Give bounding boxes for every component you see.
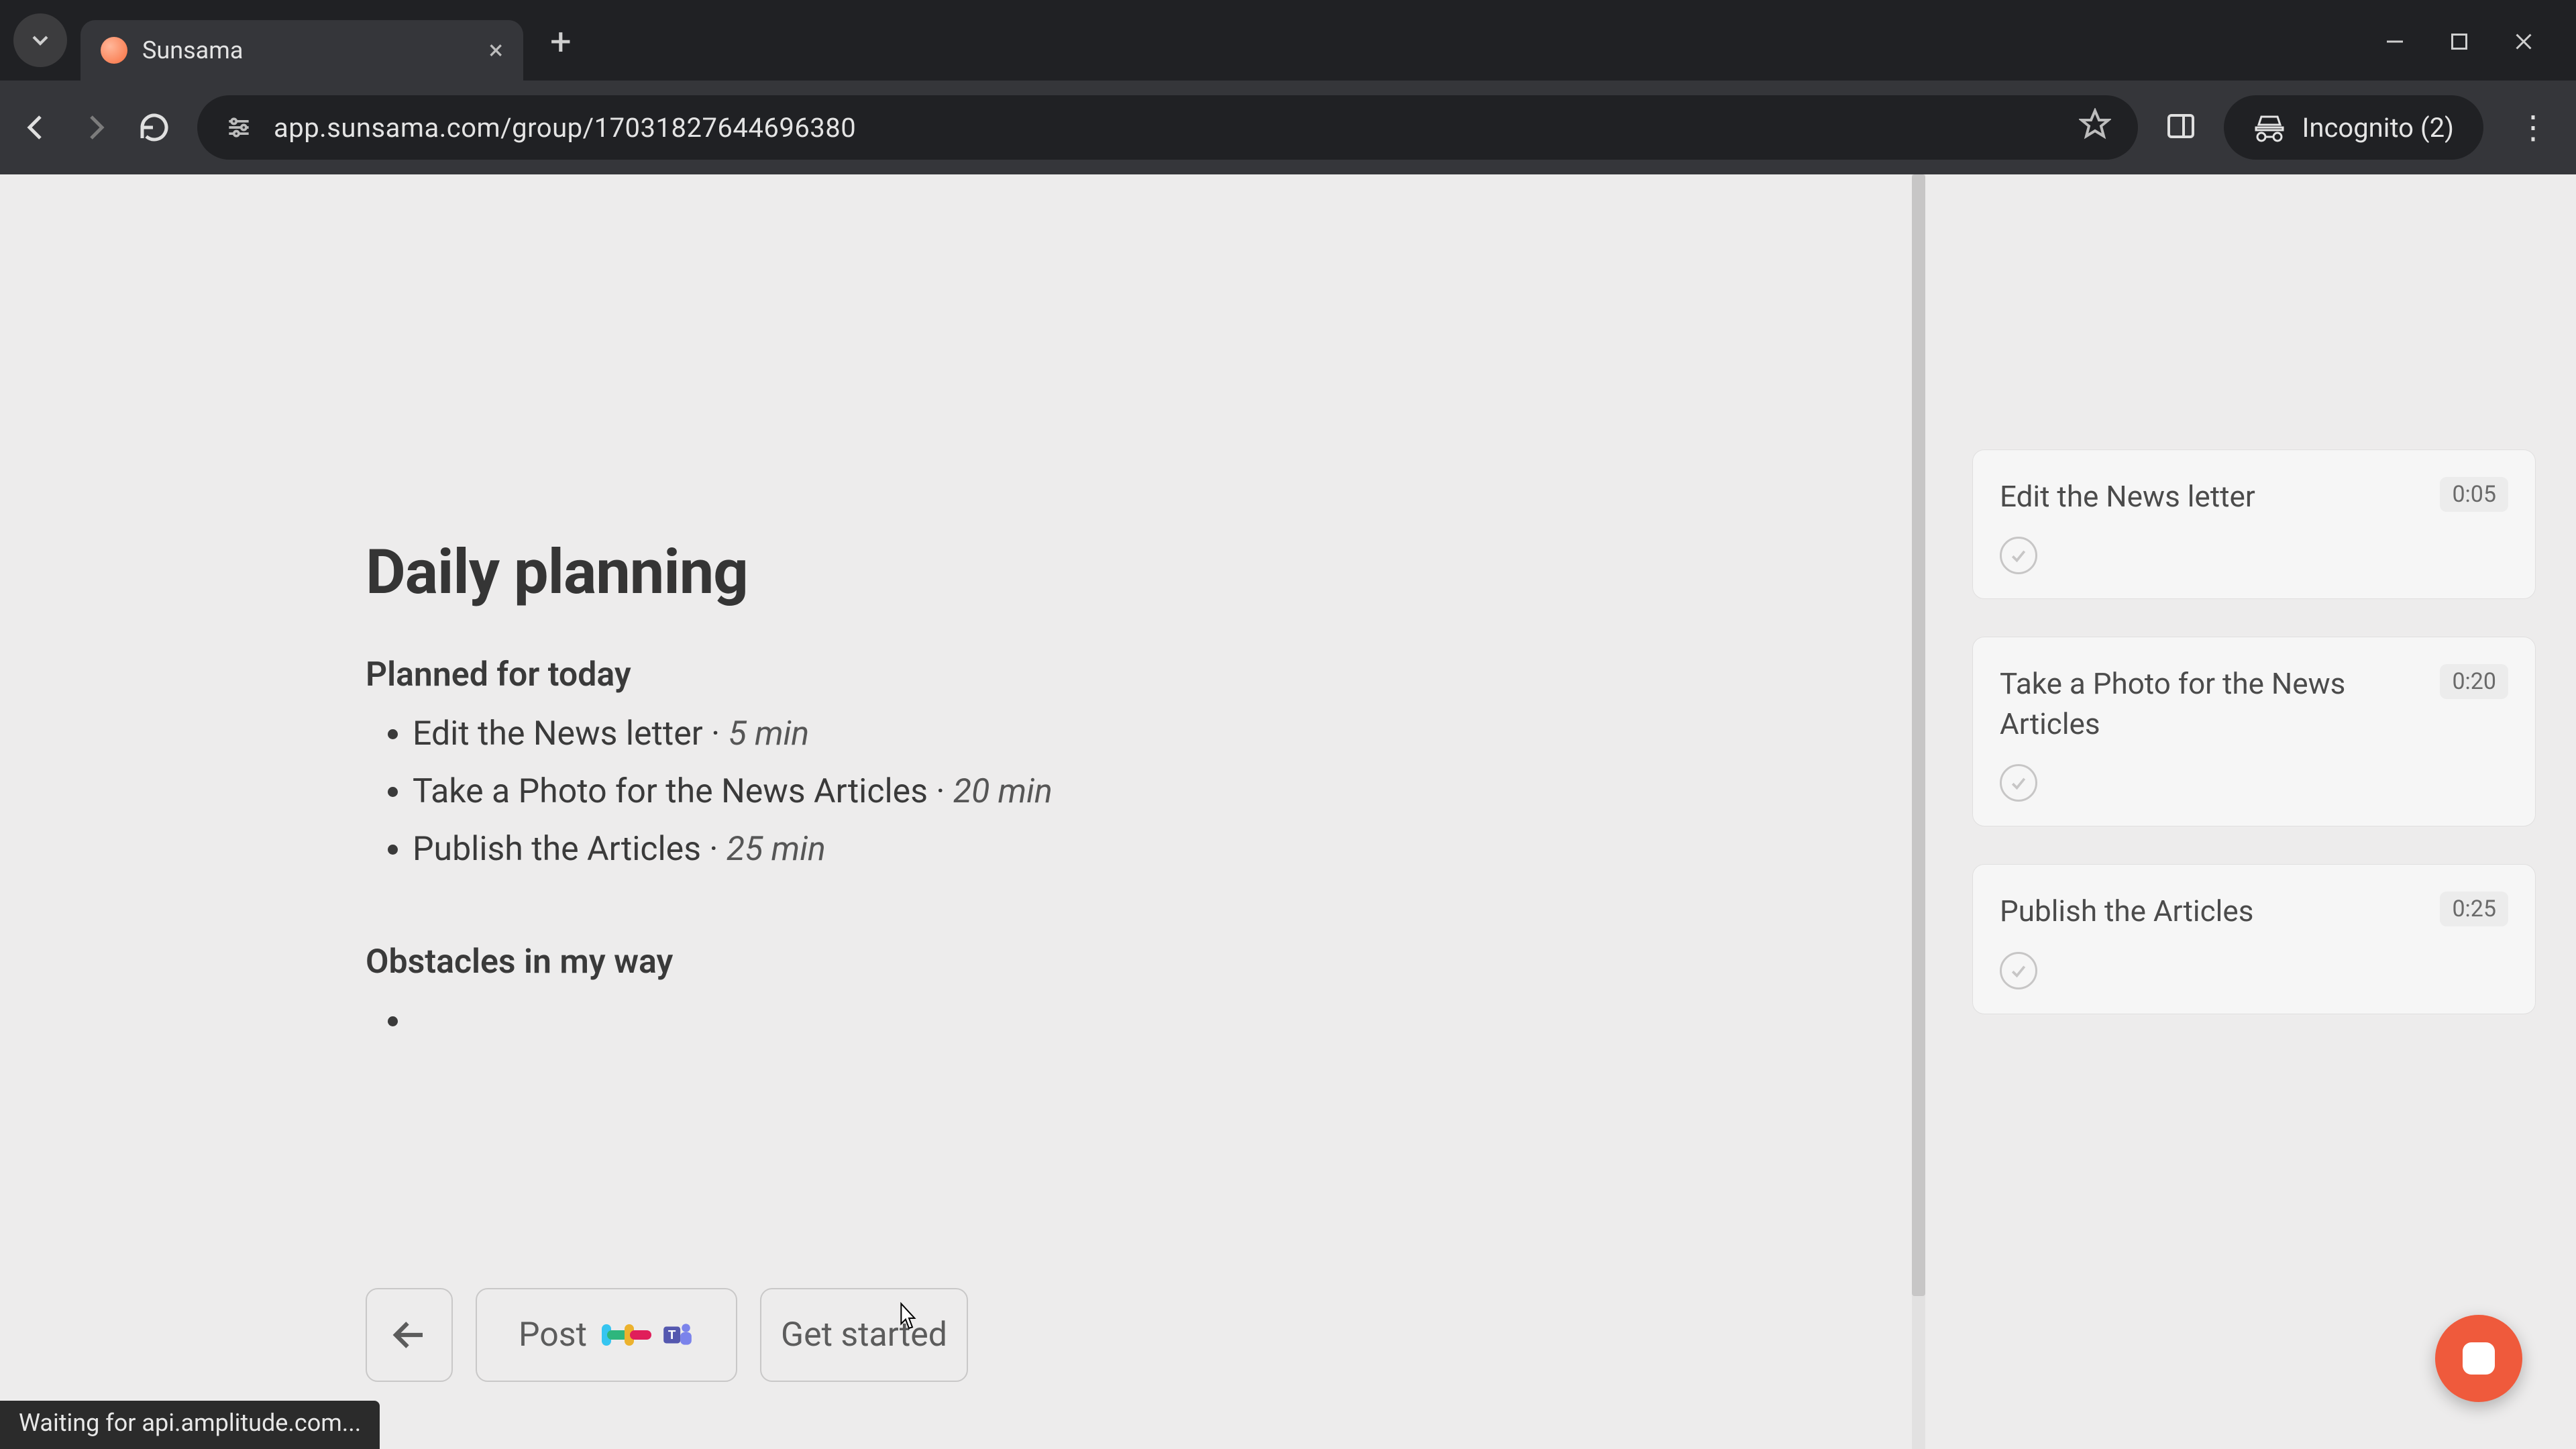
task-card[interactable]: Take a Photo for the News Articles 0:20 — [1972, 637, 2536, 826]
obstacles-heading: Obstacles in my way — [366, 943, 1925, 981]
task-title: Edit the News letter — [2000, 477, 2508, 517]
planned-item[interactable]: Edit the News letter · 5 min — [413, 714, 1925, 753]
planning-content: Daily planning Planned for today Edit th… — [0, 174, 1925, 1040]
planned-item[interactable]: Publish the Articles · 25 min — [413, 830, 1925, 869]
task-complete-toggle[interactable] — [2000, 764, 2037, 802]
nav-back-button[interactable] — [20, 111, 52, 144]
svg-text:T: T — [668, 1328, 676, 1342]
task-time-badge: 0:20 — [2440, 664, 2508, 699]
post-button-label: Post — [519, 1316, 587, 1354]
task-title: Publish the Articles — [2000, 892, 2508, 931]
side-panel-icon[interactable] — [2165, 110, 2197, 145]
page-title: Daily planning — [366, 537, 1925, 608]
task-sidebar: Edit the News letter 0:05 Take a Photo f… — [1925, 174, 2576, 1449]
browser-toolbar: app.sunsama.com/group/17031827644696380 … — [0, 80, 2576, 174]
url-text: app.sunsama.com/group/17031827644696380 — [274, 112, 2059, 144]
task-title: Take a Photo for the News Articles — [2000, 664, 2508, 744]
close-tab-icon[interactable]: × — [489, 37, 503, 64]
chrome-menu-button[interactable]: ⋮ — [2510, 111, 2556, 144]
new-tab-button[interactable]: + — [550, 23, 572, 60]
planned-item-title: Publish the Articles — [413, 830, 701, 869]
browser-tab-active[interactable]: Sunsama × — [80, 20, 523, 80]
planned-item-duration: 5 min — [729, 714, 810, 753]
window-close-button[interactable] — [2512, 30, 2536, 54]
window-minimize-button[interactable] — [2383, 30, 2407, 54]
intercom-launcher[interactable] — [2435, 1315, 2522, 1402]
planned-list: Edit the News letter · 5 min Take a Phot… — [366, 714, 1925, 869]
obstacle-item[interactable] — [413, 1002, 1925, 1040]
tab-search-button[interactable] — [13, 13, 67, 67]
task-card[interactable]: Publish the Articles 0:25 — [1972, 864, 2536, 1014]
teams-icon: T — [661, 1318, 694, 1352]
address-bar[interactable]: app.sunsama.com/group/17031827644696380 — [197, 95, 2138, 160]
window-maximize-button[interactable] — [2447, 30, 2471, 54]
main-column: Daily planning Planned for today Edit th… — [0, 174, 1925, 1449]
action-row: Post T Get started — [366, 1288, 968, 1382]
nav-reload-button[interactable] — [138, 111, 170, 144]
planned-item-title: Edit the News letter — [413, 714, 703, 753]
post-button[interactable]: Post T — [476, 1288, 737, 1382]
tab-title: Sunsama — [142, 36, 474, 64]
browser-tabstrip: Sunsama × + — [0, 0, 2576, 80]
incognito-indicator[interactable]: Incognito (2) — [2224, 95, 2483, 160]
get-started-button[interactable]: Get started — [760, 1288, 968, 1382]
get-started-label: Get started — [781, 1316, 947, 1354]
site-settings-icon[interactable] — [224, 113, 254, 142]
back-button[interactable] — [366, 1288, 453, 1382]
sunsama-favicon — [101, 37, 127, 64]
planned-item[interactable]: Take a Photo for the News Articles · 20 … — [413, 772, 1925, 811]
planned-item-title: Take a Photo for the News Articles — [413, 772, 928, 811]
task-complete-toggle[interactable] — [2000, 952, 2037, 989]
planned-item-duration: 20 min — [953, 772, 1053, 811]
slack-icon — [607, 1318, 641, 1352]
task-time-badge: 0:05 — [2440, 477, 2508, 512]
planned-heading: Planned for today — [366, 655, 1925, 694]
planned-item-duration: 25 min — [727, 830, 826, 869]
task-time-badge: 0:25 — [2440, 892, 2508, 926]
obstacles-list[interactable] — [366, 1002, 1925, 1040]
incognito-label: Incognito (2) — [2302, 112, 2454, 144]
bookmark-star-icon[interactable] — [2079, 108, 2111, 147]
task-complete-toggle[interactable] — [2000, 537, 2037, 574]
status-bar: Waiting for api.amplitude.com... — [0, 1401, 380, 1449]
nav-forward-button[interactable] — [79, 111, 111, 144]
app-viewport: Daily planning Planned for today Edit th… — [0, 174, 2576, 1449]
task-card[interactable]: Edit the News letter 0:05 — [1972, 449, 2536, 599]
scrollbar-thumb[interactable] — [1912, 174, 1925, 1296]
